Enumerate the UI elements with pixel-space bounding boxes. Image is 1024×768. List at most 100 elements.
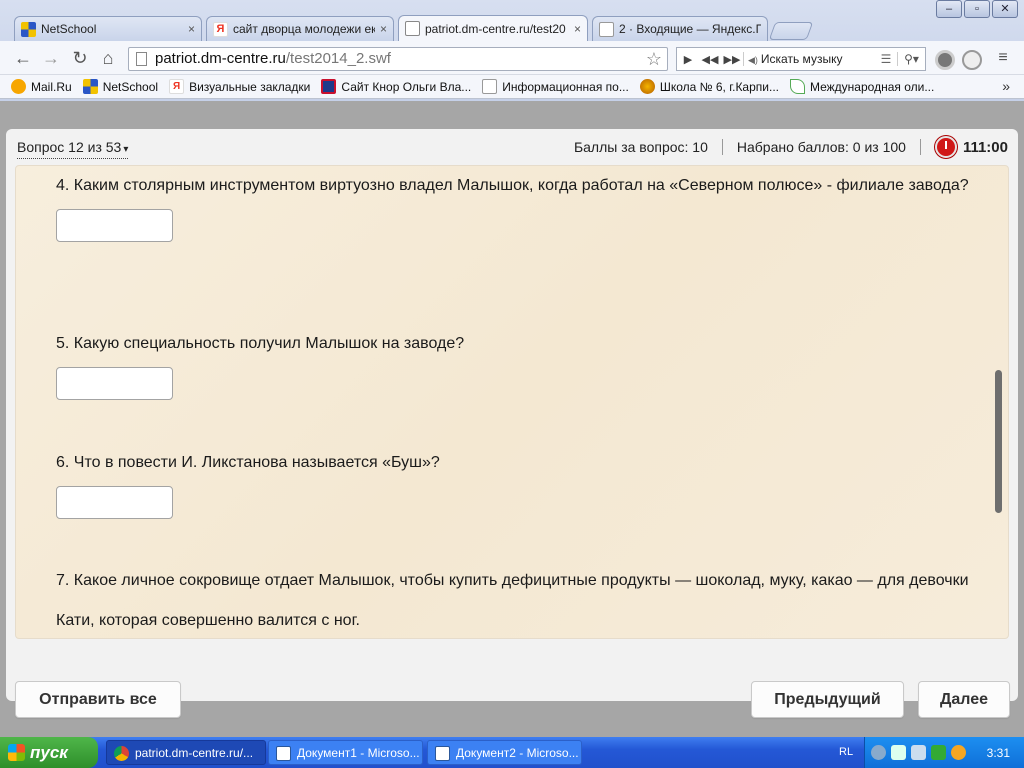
bookmark-label: Сайт Кнор Ольги Вла... (341, 79, 472, 94)
bookmark-label: Международная оли... (809, 79, 935, 94)
next-track-icon[interactable]: ▶▶ (721, 53, 743, 66)
taskbar-item-label: Документ1 - Microso... (297, 746, 420, 760)
answer-input[interactable] (56, 209, 173, 242)
netschool-icon (82, 79, 98, 94)
bookmark-knor[interactable]: Сайт Кнор Ольги Вла... (321, 79, 471, 94)
question-selector[interactable]: Вопрос 12 из 53 ▾ (17, 139, 129, 159)
music-search-label[interactable]: ◀) Искать музыку (743, 52, 875, 66)
quiz-panel: Вопрос 12 из 53 ▾ Баллы за вопрос: 10 Наб… (6, 129, 1018, 718)
taskbar-item-label: Документ2 - Microso... (456, 746, 579, 760)
browser-toolbar: ← → ↻ ⌂ patriot.dm-centre.ru/test2014_2.… (0, 41, 1024, 75)
taskbar-item-word2[interactable]: Документ2 - Microso... (427, 740, 582, 765)
taskbar-item-word1[interactable]: Документ1 - Microso... (268, 740, 423, 765)
mail-icon (599, 21, 614, 37)
question-text: 5. Какую специальность получил Малышок н… (56, 335, 465, 352)
points-per-question: Баллы за вопрос: 10 (573, 139, 708, 155)
chevron-down-icon: ▾ (123, 144, 129, 155)
language-indicator[interactable]: RL (839, 746, 853, 758)
browser-chrome: – ▫ ✕ NetSchool × Я сайт дворца молодежи… (0, 0, 1024, 101)
antivirus-icon[interactable] (951, 745, 966, 760)
timer-icon (934, 136, 957, 158)
bookmark-mailru[interactable]: Mail.Ru (11, 79, 72, 94)
page-icon (482, 79, 498, 94)
divider (721, 139, 723, 155)
scrollbar-thumb[interactable] (995, 370, 1002, 513)
start-label: пуск (30, 743, 68, 762)
tab-title: 2 · Входящие — Яндекс.По (619, 22, 761, 36)
address-bar[interactable]: patriot.dm-centre.ru/test2014_2.swf ☆ (128, 47, 668, 71)
page-icon (405, 21, 420, 36)
uk-flag-icon (321, 79, 337, 94)
network-icon[interactable] (891, 745, 906, 760)
tray-arrow-icon[interactable] (871, 745, 886, 760)
yandex-icon: Я (169, 79, 185, 94)
score-total: Набрано баллов: 0 из 100 (736, 139, 906, 155)
question-item: 4. Каким столярным инструментом виртуозн… (56, 166, 976, 242)
word-icon (435, 746, 450, 761)
tab-title: сайт дворца молодежи ека (233, 22, 375, 36)
bookmark-visual[interactable]: Я Визуальные закладки (169, 79, 310, 94)
bookmark-label: NetSchool (102, 79, 159, 94)
question-selector-label: Вопрос 12 из 53 (17, 139, 122, 155)
tab-yandex-search[interactable]: Я сайт дворца молодежи ека × (206, 16, 394, 41)
start-button[interactable]: пуск (0, 737, 98, 768)
leaf-icon (789, 79, 805, 94)
bookmark-label: Mail.Ru (31, 79, 72, 94)
windows-logo-icon (8, 744, 25, 761)
question-text: 6. Что в повести И. Ликстанова называетс… (56, 454, 440, 471)
close-tab-icon[interactable]: × (380, 22, 387, 36)
home-button[interactable]: ⌂ (97, 47, 119, 69)
page-icon (136, 52, 147, 66)
back-button[interactable]: ← (12, 47, 34, 69)
close-tab-icon[interactable]: × (574, 22, 581, 36)
previous-button[interactable]: Предыдущий (751, 681, 904, 718)
tab-patriot[interactable]: patriot.dm-centre.ru/test20 × (398, 15, 588, 41)
bookmark-label: Визуальные закладки (189, 79, 311, 94)
taskbar-item-label: patriot.dm-centre.ru/... (135, 746, 254, 760)
divider (919, 139, 921, 155)
play-icon[interactable]: ▶ (677, 53, 699, 66)
word-icon (276, 746, 291, 761)
answer-input[interactable] (56, 367, 173, 400)
page-viewport: Вопрос 12 из 53 ▾ Баллы за вопрос: 10 Наб… (0, 101, 1024, 737)
speaker-icon: ◀) (748, 55, 758, 65)
bookmarks-bar: Mail.Ru NetSchool Я Визуальные закладки … (0, 75, 1024, 99)
quiz-header: Вопрос 12 из 53 ▾ Баллы за вопрос: 10 Наб… (6, 129, 1018, 165)
bookmark-netschool[interactable]: NetSchool (82, 79, 159, 94)
menu-icon[interactable]: ☰ (875, 52, 897, 66)
bookmark-olympiad[interactable]: Международная оли... (789, 79, 935, 94)
settings-menu-icon[interactable]: ≡ (992, 47, 1014, 69)
forward-button[interactable]: → (40, 47, 62, 69)
reload-button[interactable]: ↻ (69, 47, 91, 69)
bookmark-label: Школа № 6, г.Карпи... (659, 79, 779, 94)
extension-icon[interactable] (935, 50, 955, 70)
answer-input[interactable] (56, 486, 173, 519)
url-path: /test2014_2.swf (285, 50, 391, 67)
question-text: 7. Какое личное сокровище отдает Малышок… (56, 572, 969, 629)
music-search-bar[interactable]: ▶ ◀◀ ▶▶ ◀) Искать музыку ☰ ⚲▾ (676, 47, 926, 71)
previous-track-icon[interactable]: ◀◀ (699, 53, 721, 66)
more-bookmarks-button[interactable]: » (1002, 78, 1010, 94)
tab-netschool[interactable]: NetSchool × (14, 16, 202, 41)
tab-title: NetSchool (41, 22, 97, 36)
system-tray: RL 3:31 (839, 737, 1024, 768)
bookmark-info[interactable]: Информационная по... (482, 79, 629, 94)
star-icon[interactable]: ☆ (646, 48, 662, 70)
extension-icon[interactable] (962, 50, 982, 70)
nvidia-icon[interactable] (931, 745, 946, 760)
next-button[interactable]: Далее (918, 681, 1010, 718)
close-tab-icon[interactable]: × (188, 22, 195, 36)
timer-value: 111:00 (962, 138, 1008, 156)
submit-all-button[interactable]: Отправить все (15, 681, 181, 718)
tab-yandex-mail[interactable]: 2 · Входящие — Яндекс.По (592, 16, 768, 41)
bookmark-label: Информационная по... (502, 79, 629, 94)
bookmark-school6[interactable]: Школа № 6, г.Карпи... (639, 79, 779, 94)
new-tab-button[interactable] (768, 22, 814, 40)
search-icon[interactable]: ⚲▾ (897, 52, 925, 66)
taskbar-item-chrome[interactable]: patriot.dm-centre.ru/... (106, 740, 266, 765)
music-search-text: Искать музыку (760, 52, 843, 66)
mailru-icon (11, 79, 26, 94)
tab-strip: NetSchool × Я сайт дворца молодежи ека ×… (0, 14, 1024, 41)
monitor-icon[interactable] (911, 745, 926, 760)
chrome-icon (114, 746, 129, 761)
